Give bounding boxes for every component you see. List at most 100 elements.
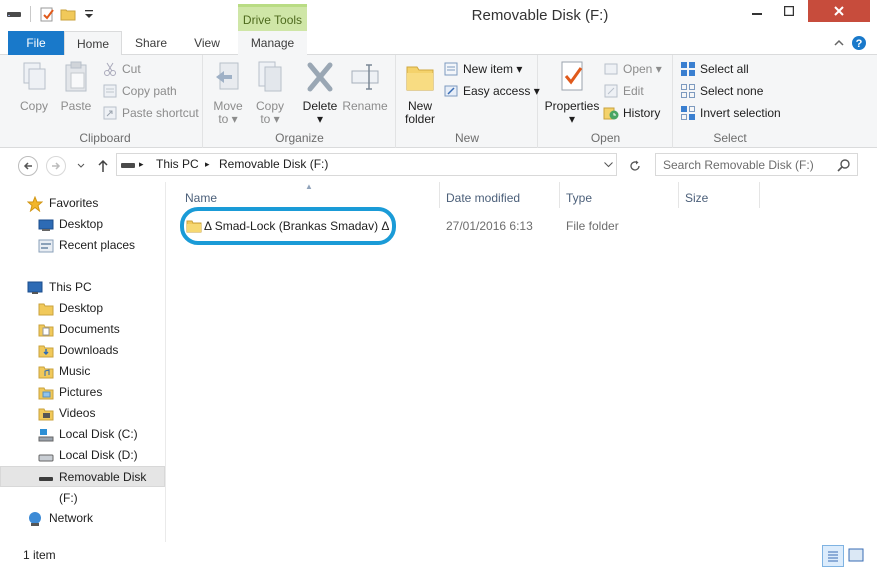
delete-button[interactable]: Delete ▾	[296, 59, 344, 126]
search-input[interactable]	[663, 155, 833, 174]
table-row[interactable]: Δ Smad-Lock (Brankas Smadav) Δ 27/01/201…	[181, 215, 831, 237]
breadcrumb-removable-disk[interactable]: Removable Disk (F:)	[219, 157, 328, 171]
refresh-icon[interactable]	[629, 160, 641, 172]
paste-shortcut-label: Paste shortcut	[122, 106, 199, 120]
invert-selection-button[interactable]: Invert selection	[680, 103, 781, 123]
close-button[interactable]	[808, 0, 870, 22]
copy-icon	[23, 62, 46, 90]
move-to-button[interactable]: Move to ▾	[210, 59, 246, 126]
nav-local-disk-c[interactable]: Local Disk (C:)	[0, 424, 165, 445]
rename-button[interactable]: Rename	[342, 59, 388, 113]
nav-music[interactable]: Music	[0, 361, 165, 382]
nav-pc-desktop[interactable]: Desktop	[0, 298, 165, 319]
column-header-type[interactable]: Type	[566, 188, 592, 208]
easy-access-button[interactable]: Easy access ▾	[443, 81, 540, 101]
properties-icon	[561, 61, 583, 91]
nav-favorites[interactable]: Favorites	[0, 193, 165, 214]
open-button[interactable]: Open ▾	[603, 59, 662, 79]
removable-drive-icon	[39, 477, 53, 481]
new-folder-button[interactable]: New folder	[401, 59, 439, 126]
large-icons-view-button[interactable]	[846, 545, 868, 567]
ribbon: Copy Paste Cut Copy path Paste shortcut …	[0, 55, 877, 148]
select-all-icon	[681, 62, 695, 76]
forward-button[interactable]	[46, 156, 66, 176]
title-bar: Drive Tools Removable Disk (F:)	[0, 0, 877, 31]
edit-button[interactable]: Edit	[603, 81, 644, 101]
select-group: Select all Select none Invert selection …	[674, 55, 786, 148]
new-item-label: New item	[463, 62, 514, 76]
column-header-name[interactable]: Name	[185, 188, 217, 208]
open-group: Properties ▾ Open ▾ Edit History Open	[539, 55, 673, 148]
address-bar[interactable]: ▸ This PC ▸ Removable Disk (F:)	[116, 153, 617, 176]
copy-button[interactable]: Copy	[14, 59, 54, 113]
column-header-date[interactable]: Date modified	[446, 188, 520, 208]
cut-button[interactable]: Cut	[102, 59, 141, 79]
nav-removable-disk-f[interactable]: Removable Disk (F:)	[0, 466, 165, 505]
breadcrumb-separator[interactable]: ▸	[139, 159, 144, 170]
nav-this-pc[interactable]: This PC	[0, 277, 165, 298]
nav-network[interactable]: Network	[0, 508, 165, 529]
chevron-down-icon[interactable]	[604, 162, 613, 168]
nav-this-pc-label: This PC	[49, 280, 92, 294]
recent-locations-button[interactable]	[74, 156, 88, 176]
column-divider[interactable]	[678, 182, 679, 208]
up-button[interactable]	[94, 156, 112, 176]
select-none-button[interactable]: Select none	[680, 81, 763, 101]
tab-share[interactable]: Share	[122, 31, 180, 55]
organize-group: Move to ▾ Copy to ▾ Delete ▾ Rename Organiz…	[204, 55, 396, 148]
back-button[interactable]	[18, 156, 38, 176]
close-icon	[834, 6, 844, 16]
copy-to-button[interactable]: Copy to ▾	[252, 59, 288, 126]
copy-path-button[interactable]: Copy path	[102, 81, 177, 101]
tab-file[interactable]: File	[8, 31, 64, 55]
tab-view[interactable]: View	[180, 31, 234, 55]
breadcrumb-separator[interactable]: ▸	[205, 159, 210, 170]
select-none-icon	[681, 84, 695, 98]
maximize-button[interactable]	[776, 0, 802, 22]
nav-videos[interactable]: Videos	[0, 403, 165, 424]
history-button[interactable]: History	[603, 103, 660, 123]
clipboard-group-label: Clipboard	[79, 131, 131, 145]
nav-local-disk-d[interactable]: Local Disk (D:)	[0, 445, 165, 466]
file-name: Δ Smad-Lock (Brankas Smadav) Δ	[204, 219, 390, 233]
nav-pictures[interactable]: Pictures	[0, 382, 165, 403]
nav-videos-label: Videos	[59, 406, 96, 420]
help-icon[interactable]: ?	[851, 35, 867, 51]
nav-downloads[interactable]: Downloads	[0, 340, 165, 361]
minimize-icon	[752, 13, 762, 15]
copy-to-label: Copy to ▾	[255, 99, 284, 126]
recent-places-icon	[38, 239, 54, 253]
nav-documents[interactable]: Documents	[0, 319, 165, 340]
select-all-button[interactable]: Select all	[680, 59, 749, 79]
rename-icon	[351, 64, 379, 90]
new-folder-label: New folder	[404, 99, 436, 126]
nav-fav-desktop[interactable]: Desktop	[0, 214, 165, 235]
folder-icon	[186, 220, 202, 233]
nav-music-label: Music	[59, 364, 91, 378]
maximize-icon	[784, 6, 794, 16]
nav-pictures-label: Pictures	[59, 385, 103, 399]
edit-label: Edit	[623, 84, 644, 98]
paste-shortcut-button[interactable]: Paste shortcut	[102, 103, 199, 123]
tab-manage[interactable]: Manage	[238, 31, 307, 55]
collapse-ribbon-icon[interactable]	[831, 35, 847, 51]
column-divider[interactable]	[559, 182, 560, 208]
system-drive-icon	[38, 429, 54, 442]
tab-home[interactable]: Home	[64, 31, 122, 56]
column-divider[interactable]	[439, 182, 440, 208]
copy-to-icon	[258, 61, 282, 92]
new-group-label: New	[454, 131, 479, 145]
column-divider[interactable]	[759, 182, 760, 208]
details-view-button[interactable]	[822, 545, 844, 567]
search-box[interactable]	[655, 153, 858, 176]
ribbon-tab-bar: File Home Share View Manage ?	[0, 31, 877, 56]
minimize-button[interactable]	[744, 0, 770, 22]
column-header-size[interactable]: Size	[685, 188, 708, 208]
properties-button[interactable]: Properties ▾	[543, 59, 601, 126]
up-arrow-icon	[98, 159, 108, 172]
nav-fav-recent-places[interactable]: Recent places	[0, 235, 165, 256]
new-item-button[interactable]: New item ▾	[443, 59, 522, 79]
svg-text:?: ?	[856, 38, 863, 50]
paste-button[interactable]: Paste	[56, 59, 96, 113]
breadcrumb-this-pc[interactable]: This PC	[156, 157, 199, 171]
